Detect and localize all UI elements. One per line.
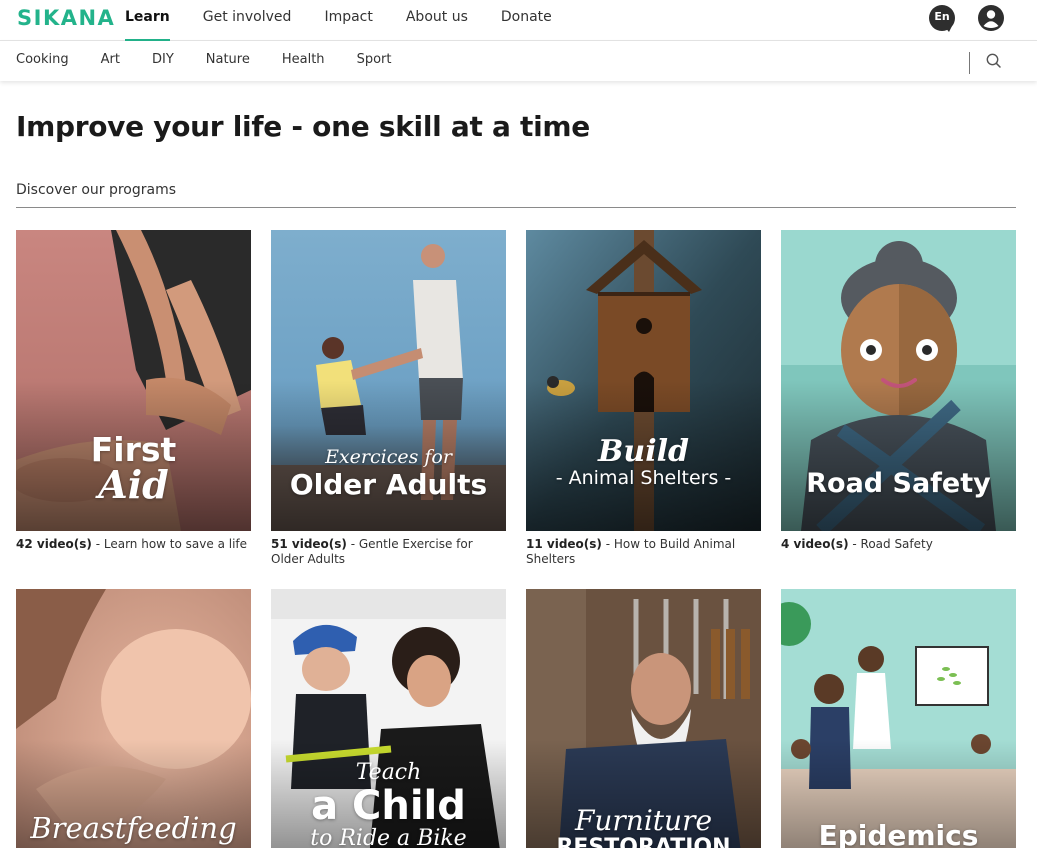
top-navigation-bar: SIKANA Learn Get involved Impact About u… xyxy=(0,0,1037,42)
program-thumbnail[interactable]: Road Safety xyxy=(781,230,1016,531)
nav-about-us[interactable]: About us xyxy=(406,0,468,41)
program-title: Road Safety xyxy=(806,468,991,499)
program-thumbnail[interactable]: Exercices for Older Adults xyxy=(271,230,506,531)
category-art[interactable]: Art xyxy=(101,41,120,81)
search-icon xyxy=(986,53,1001,68)
program-caption: 11 video(s) - How to Build Animal Shelte… xyxy=(526,537,736,566)
program-description: Learn how to save a life xyxy=(103,537,248,551)
category-diy[interactable]: DIY xyxy=(152,41,174,81)
video-count: 4 video(s) xyxy=(781,537,849,551)
main-nav: Learn Get involved Impact About us Donat… xyxy=(125,0,585,42)
language-button[interactable]: En xyxy=(929,5,955,32)
category-cooking[interactable]: Cooking xyxy=(16,41,69,81)
program-title: Exercices for Older Adults xyxy=(289,446,488,501)
program-thumbnail[interactable]: Breastfeeding xyxy=(16,589,251,848)
program-card-first-aid[interactable]: First Aid 42 video(s) - Learn how to sav… xyxy=(16,230,251,552)
category-nature[interactable]: Nature xyxy=(206,41,250,81)
program-thumbnail[interactable]: Furniture RESTORATION xyxy=(526,589,761,848)
program-caption: 42 video(s) - Learn how to save a life xyxy=(16,537,248,551)
category-sport[interactable]: Sport xyxy=(357,41,392,81)
category-bar: Cooking Art DIY Nature Health Sport xyxy=(0,41,1037,81)
program-title: Furniture RESTORATION xyxy=(556,804,731,848)
program-title: Epidemics xyxy=(818,819,979,848)
category-nav: Cooking Art DIY Nature Health Sport xyxy=(16,41,423,81)
section-heading: Discover our programs xyxy=(16,182,177,198)
video-count: 11 video(s) xyxy=(526,537,602,551)
program-card-furniture-restoration[interactable]: Furniture RESTORATION xyxy=(526,589,761,848)
program-description: Road Safety xyxy=(860,537,933,551)
program-caption: 4 video(s) - Road Safety xyxy=(781,537,933,551)
page-title: Improve your life - one skill at a time xyxy=(16,110,590,143)
user-account-button[interactable] xyxy=(978,5,1004,31)
video-count: 51 video(s) xyxy=(271,537,347,551)
program-caption: 51 video(s) - Gentle Exercise for Older … xyxy=(271,537,473,566)
program-thumbnail[interactable]: Build - Animal Shelters - xyxy=(526,230,761,531)
program-thumbnail[interactable]: Epidemics xyxy=(781,589,1016,848)
program-title: Breastfeeding xyxy=(30,811,237,845)
nav-donate[interactable]: Donate xyxy=(501,0,552,41)
program-card-breastfeeding[interactable]: Breastfeeding xyxy=(16,589,251,848)
program-thumbnail[interactable]: Teach a Child to Ride a Bike xyxy=(271,589,506,848)
program-card-teach-a-child[interactable]: Teach a Child to Ride a Bike xyxy=(271,589,506,848)
program-title: Teach a Child to Ride a Bike xyxy=(310,760,467,848)
nav-learn[interactable]: Learn xyxy=(125,0,170,42)
nav-get-involved[interactable]: Get involved xyxy=(203,0,292,41)
program-title: Build - Animal Shelters - xyxy=(555,434,732,489)
category-health[interactable]: Health xyxy=(282,41,325,81)
program-card-road-safety[interactable]: Road Safety 4 video(s) - Road Safety xyxy=(781,230,1016,552)
program-thumbnail[interactable]: First Aid xyxy=(16,230,251,531)
video-count: 42 video(s) xyxy=(16,537,92,551)
search-button[interactable] xyxy=(985,52,1003,70)
nav-impact[interactable]: Impact xyxy=(324,0,372,41)
section-divider xyxy=(16,207,1016,208)
sikana-logo[interactable]: SIKANA xyxy=(17,6,115,30)
user-icon xyxy=(978,5,1004,31)
program-card-epidemics[interactable]: Epidemics xyxy=(781,589,1016,848)
program-title: First Aid xyxy=(90,430,177,507)
divider xyxy=(969,52,970,74)
program-card-animal-shelters[interactable]: Build - Animal Shelters - 11 video(s) - … xyxy=(526,230,761,567)
program-card-older-adults[interactable]: Exercices for Older Adults 51 video(s) -… xyxy=(271,230,506,567)
